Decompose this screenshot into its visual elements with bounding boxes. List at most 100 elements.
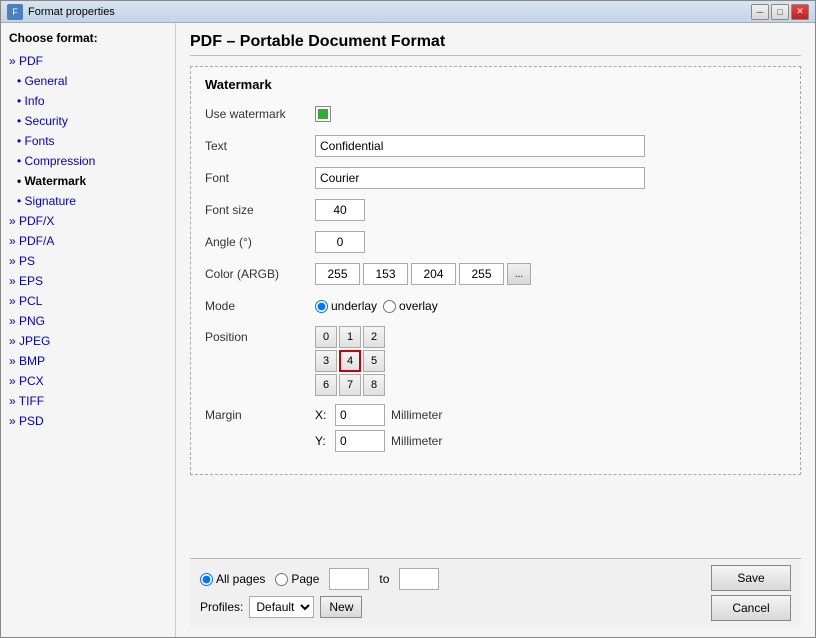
position-btn-8[interactable]: 8 (363, 374, 385, 396)
sidebar-item-pdfa[interactable]: PDF/A (5, 231, 171, 251)
mode-overlay-text: overlay (399, 299, 438, 313)
position-btn-4[interactable]: 4 (339, 350, 361, 372)
font-size-control (315, 199, 786, 221)
mode-label: Mode (205, 299, 315, 313)
text-input[interactable] (315, 135, 645, 157)
mode-row: Mode underlay overlay (205, 294, 786, 318)
position-btn-7[interactable]: 7 (339, 374, 361, 396)
title-bar: F Format properties ─ □ ✕ (1, 1, 815, 23)
angle-row: Angle (°) (205, 230, 786, 254)
close-button[interactable]: ✕ (791, 4, 809, 20)
save-button[interactable]: Save (711, 565, 791, 591)
color-picker-button[interactable]: ... (507, 263, 531, 285)
position-grid: 0 1 2 3 4 5 6 7 (315, 326, 786, 396)
position-btn-6[interactable]: 6 (315, 374, 337, 396)
sidebar-item-compression[interactable]: Compression (5, 151, 171, 171)
margin-x-input[interactable] (335, 404, 385, 426)
use-watermark-checkbox[interactable] (315, 106, 331, 122)
all-pages-label[interactable]: All pages (200, 572, 265, 586)
bottom-actions: Save Cancel (711, 565, 791, 621)
sidebar-item-tiff[interactable]: TIFF (5, 391, 171, 411)
text-row: Text (205, 134, 786, 158)
page-radio[interactable] (275, 573, 288, 586)
mode-underlay-radio[interactable] (315, 300, 328, 313)
position-row-1: 3 4 5 (315, 350, 786, 372)
color-label: Color (ARGB) (205, 267, 315, 281)
text-control (315, 135, 786, 157)
sidebar-item-jpeg[interactable]: JPEG (5, 331, 171, 351)
font-input[interactable] (315, 167, 645, 189)
use-watermark-control (315, 106, 786, 122)
margin-control: X: Millimeter Y: Millimeter (315, 404, 786, 456)
position-btn-1[interactable]: 1 (339, 326, 361, 348)
sidebar-item-watermark[interactable]: Watermark (5, 171, 171, 191)
position-btn-2[interactable]: 2 (363, 326, 385, 348)
position-btn-0[interactable]: 0 (315, 326, 337, 348)
font-size-label: Font size (205, 203, 315, 217)
color-row: Color (ARGB) ... (205, 262, 786, 286)
sidebar-item-info[interactable]: Info (5, 91, 171, 111)
font-size-row: Font size (205, 198, 786, 222)
sidebar-item-bmp[interactable]: BMP (5, 351, 171, 371)
sidebar-item-pcl[interactable]: PCL (5, 291, 171, 311)
page-from-input[interactable] (329, 568, 369, 590)
font-row: Font (205, 166, 786, 190)
margin-y-input[interactable] (335, 430, 385, 452)
to-text: to (379, 572, 389, 586)
margin-y-label: Y: (315, 434, 329, 448)
color-a-input[interactable] (315, 263, 360, 285)
sidebar-item-psd[interactable]: PSD (5, 411, 171, 431)
sidebar-item-ps[interactable]: PS (5, 251, 171, 271)
profiles-label: Profiles: (200, 600, 243, 614)
sidebar-item-general[interactable]: General (5, 71, 171, 91)
cancel-button[interactable]: Cancel (711, 595, 791, 621)
margin-x-label: X: (315, 408, 329, 422)
profiles-select[interactable]: Default (249, 596, 314, 618)
title-bar-buttons: ─ □ ✕ (751, 4, 809, 20)
mode-control: underlay overlay (315, 299, 786, 313)
bottom-left: All pages Page to Profiles: (200, 568, 703, 618)
mode-underlay-label[interactable]: underlay (315, 299, 377, 313)
new-button[interactable]: New (320, 596, 362, 618)
sidebar-item-png[interactable]: PNG (5, 311, 171, 331)
sidebar-item-fonts[interactable]: Fonts (5, 131, 171, 151)
position-row-2: 6 7 8 (315, 374, 786, 396)
sidebar-item-pdf[interactable]: PDF (5, 51, 171, 71)
position-btn-3[interactable]: 3 (315, 350, 337, 372)
margin-x-unit: Millimeter (391, 408, 442, 422)
mode-overlay-label[interactable]: overlay (383, 299, 438, 313)
window-icon: F (7, 4, 23, 20)
color-r-input[interactable] (363, 263, 408, 285)
margin-x-row: X: Millimeter (315, 404, 786, 426)
all-pages-radio[interactable] (200, 573, 213, 586)
checkbox-checkmark (318, 109, 328, 119)
sidebar-item-signature[interactable]: Signature (5, 191, 171, 211)
right-panel: PDF – Portable Document Format Watermark… (176, 23, 815, 637)
all-pages-text: All pages (216, 572, 265, 586)
position-row: Position 0 1 2 3 4 5 (205, 326, 786, 396)
angle-control (315, 231, 786, 253)
bottom-bar: All pages Page to Profiles: (190, 558, 801, 627)
position-control: 0 1 2 3 4 5 6 7 (315, 326, 786, 396)
angle-label: Angle (°) (205, 235, 315, 249)
watermark-section: Watermark Use watermark Text (190, 66, 801, 475)
color-g-input[interactable] (411, 263, 456, 285)
sidebar-item-security[interactable]: Security (5, 111, 171, 131)
sidebar-title: Choose format: (5, 31, 171, 45)
margin-label: Margin (205, 404, 315, 422)
panel-title: PDF – Portable Document Format (190, 33, 801, 56)
minimize-button[interactable]: ─ (751, 4, 769, 20)
sidebar: Choose format: PDF General Info Security… (1, 23, 176, 637)
sidebar-item-pcx[interactable]: PCX (5, 371, 171, 391)
angle-input[interactable] (315, 231, 365, 253)
page-to-input[interactable] (399, 568, 439, 590)
sidebar-item-pdfx[interactable]: PDF/X (5, 211, 171, 231)
color-b-input[interactable] (459, 263, 504, 285)
position-btn-5[interactable]: 5 (363, 350, 385, 372)
sidebar-item-eps[interactable]: EPS (5, 271, 171, 291)
maximize-button[interactable]: □ (771, 4, 789, 20)
pages-row: All pages Page to (200, 568, 439, 590)
mode-overlay-radio[interactable] (383, 300, 396, 313)
page-label-radio[interactable]: Page (275, 572, 319, 586)
font-size-input[interactable] (315, 199, 365, 221)
